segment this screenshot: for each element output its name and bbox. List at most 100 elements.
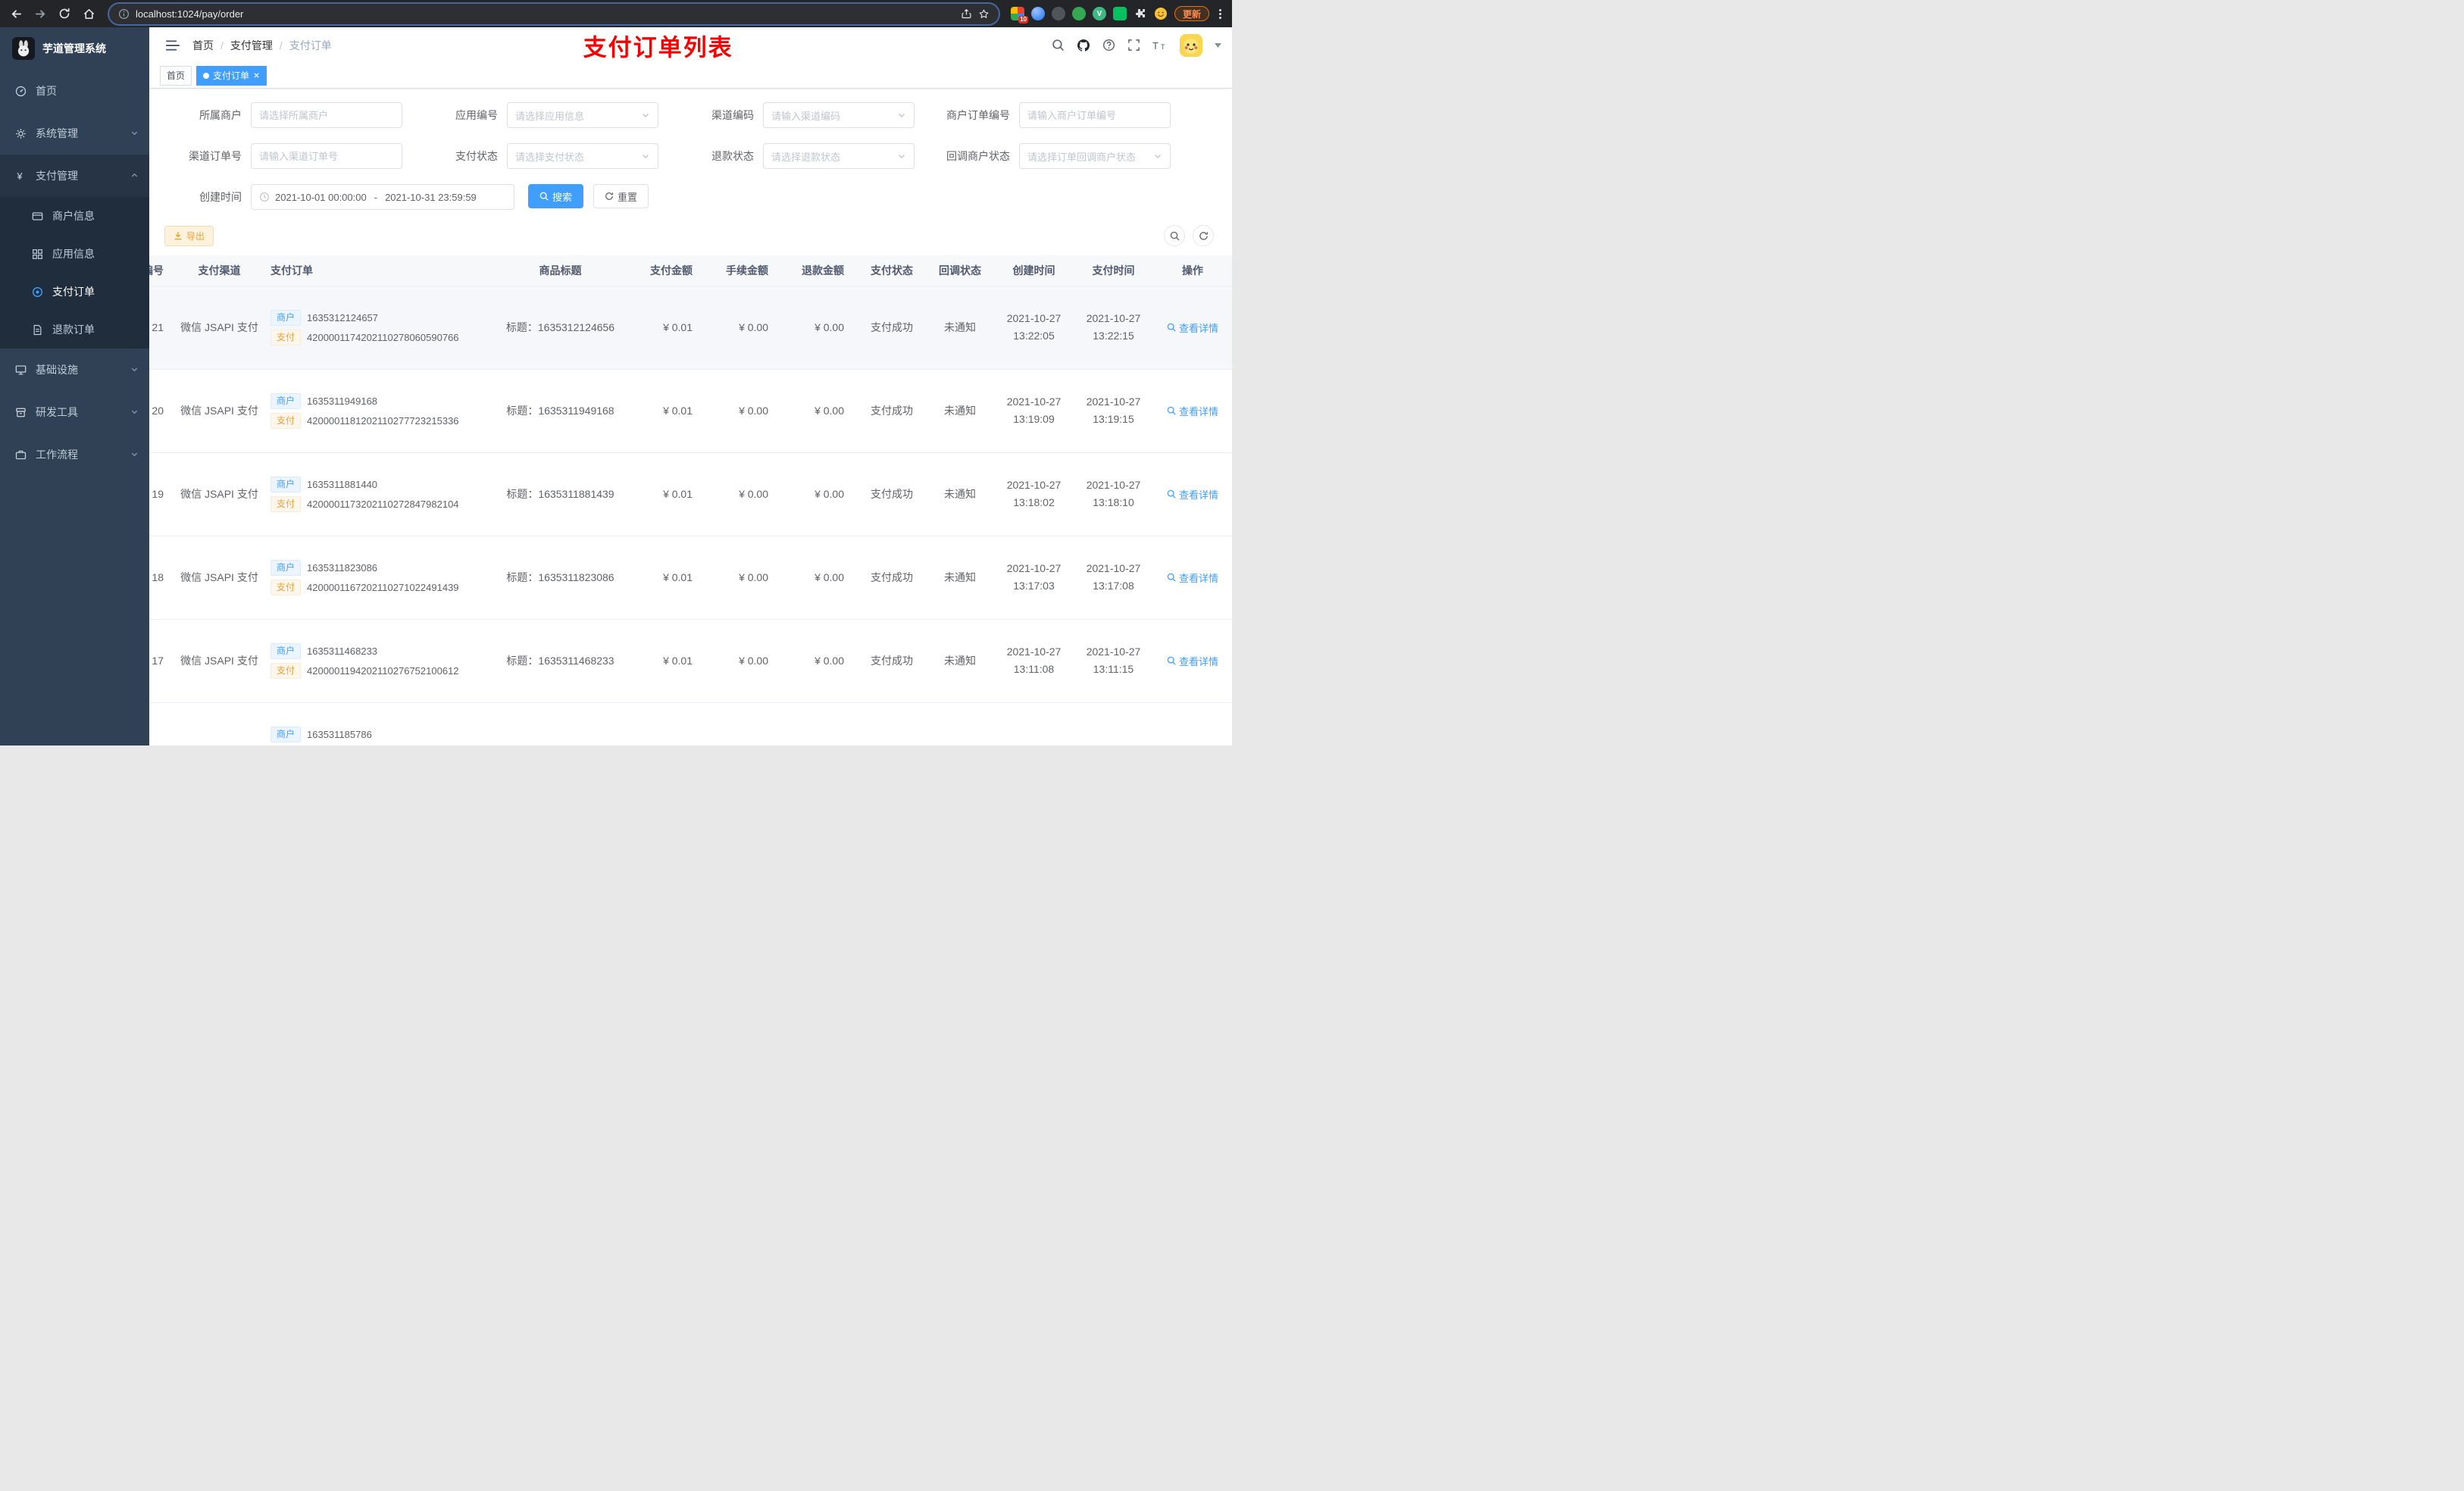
download-icon bbox=[174, 232, 182, 240]
share-icon[interactable] bbox=[961, 8, 972, 20]
svg-text:T: T bbox=[1152, 40, 1159, 52]
extension-icon-wechat[interactable] bbox=[1112, 7, 1127, 20]
toggle-search-button[interactable] bbox=[1164, 225, 1185, 246]
document-icon bbox=[33, 324, 42, 335]
browser-home-icon[interactable] bbox=[80, 5, 97, 22]
search-button[interactable]: 搜索 bbox=[528, 184, 584, 208]
tag-close-icon[interactable] bbox=[253, 72, 260, 79]
refund-status-label: 退款状态 bbox=[711, 150, 754, 162]
sidebar-item-workflow[interactable]: 工作流程 bbox=[0, 433, 149, 476]
gear-icon bbox=[16, 128, 26, 139]
filter-row-1: 所属商户 应用编号 请选择应用信息 渠道编码 请输入渠道编码 bbox=[164, 102, 1217, 128]
help-icon[interactable] bbox=[1102, 39, 1115, 52]
search-icon bbox=[1167, 323, 1176, 332]
sidebar-item-dev-tools[interactable]: 研发工具 bbox=[0, 391, 149, 433]
extension-icon-colorful[interactable]: 10 bbox=[1010, 7, 1028, 23]
sidebar-menu: 首页 系统管理 ¥ 支付管理 商户信息 应用信息 支付订单 退款订单 基础设施 … bbox=[0, 70, 149, 476]
browser-profile-avatar-icon[interactable] bbox=[1154, 7, 1168, 20]
monitor-icon bbox=[15, 364, 27, 375]
active-tag-dot bbox=[203, 72, 210, 79]
breadcrumb-home[interactable]: 首页 bbox=[192, 38, 214, 53]
hamburger-icon[interactable] bbox=[160, 35, 186, 56]
browser-back-icon[interactable] bbox=[8, 5, 24, 22]
font-size-icon[interactable]: TT bbox=[1152, 39, 1168, 52]
extension-icon-dark[interactable] bbox=[1051, 7, 1065, 20]
briefcase-icon bbox=[15, 450, 27, 459]
pay-status-select[interactable]: 请选择支付状态 bbox=[507, 143, 658, 169]
sidebar-item-infrastructure[interactable]: 基础设施 bbox=[0, 349, 149, 391]
user-avatar[interactable] bbox=[1180, 33, 1202, 57]
browser-menu-icon[interactable] bbox=[1216, 8, 1224, 19]
bookmark-star-icon[interactable] bbox=[978, 8, 990, 20]
export-button[interactable]: 导出 bbox=[164, 225, 214, 246]
channel-code-select[interactable]: 请输入渠道编码 bbox=[763, 102, 915, 128]
chevron-down-icon bbox=[130, 364, 139, 376]
search-icon bbox=[1167, 406, 1176, 415]
app-logo[interactable]: 芋道管理系统 bbox=[0, 27, 149, 70]
merchant-order-no-input[interactable] bbox=[1019, 102, 1171, 128]
view-detail-link[interactable]: 查看详情 bbox=[1167, 570, 1218, 585]
sidebar-item-refund-order[interactable]: 退款订单 bbox=[0, 311, 149, 349]
notify-status-select[interactable]: 请选择订单回调商户状态 bbox=[1019, 143, 1171, 169]
merchant-tag: 商户 bbox=[270, 559, 302, 576]
table-row: 19 微信 JSAPI 支付 商户 1635311881440 支付 4200001… bbox=[149, 452, 1232, 536]
header-search-icon[interactable] bbox=[1052, 39, 1065, 52]
channel-order-no-input[interactable] bbox=[251, 143, 402, 169]
url-text[interactable]: localhost:1024/pay/order bbox=[136, 8, 955, 20]
table-row: 20 微信 JSAPI 支付 商户 1635311949168 支付 4200001… bbox=[149, 369, 1232, 453]
breadcrumb-pay-order: 支付订单 bbox=[289, 39, 332, 52]
date-range-picker[interactable]: 2021-10-01 00:00:00 - 2021-10-31 23:59:5… bbox=[251, 184, 514, 210]
page-annotation: 支付订单列表 bbox=[583, 34, 733, 61]
extension-icon-blue[interactable] bbox=[1030, 7, 1045, 20]
breadcrumb: 首页 / 支付管理 / 支付订单 bbox=[192, 38, 332, 53]
view-detail-link[interactable]: 查看详情 bbox=[1167, 320, 1218, 335]
search-icon bbox=[1167, 656, 1176, 665]
app-no-select[interactable]: 请选择应用信息 bbox=[507, 102, 658, 128]
merchant-input[interactable] bbox=[251, 102, 402, 128]
refresh-table-button[interactable] bbox=[1193, 225, 1214, 246]
orders-table-container[interactable]: 编号 支付渠道 支付订单 商品标题 支付金额 手续金额 退款金额 支付状态 回调… bbox=[149, 255, 1232, 746]
search-icon bbox=[1167, 489, 1176, 499]
merchant-tag: 商户 bbox=[270, 642, 302, 659]
refresh-icon bbox=[605, 192, 614, 200]
sidebar-item-app-info[interactable]: 应用信息 bbox=[0, 235, 149, 273]
sidebar-item-merchant-info[interactable]: 商户信息 bbox=[0, 197, 149, 235]
address-bar[interactable]: localhost:1024/pay/order bbox=[109, 3, 999, 24]
clock-icon bbox=[259, 192, 270, 202]
browser-refresh-icon[interactable] bbox=[56, 5, 73, 22]
sidebar-item-system[interactable]: 系统管理 bbox=[0, 112, 149, 155]
user-menu-caret-icon[interactable] bbox=[1215, 42, 1221, 48]
reset-button[interactable]: 重置 bbox=[593, 184, 649, 208]
browser-forward-icon[interactable] bbox=[32, 5, 48, 22]
extension-icon-green[interactable] bbox=[1071, 7, 1086, 20]
fullscreen-icon[interactable] bbox=[1127, 39, 1140, 52]
view-detail-link[interactable]: 查看详情 bbox=[1167, 654, 1218, 668]
chevron-up-icon bbox=[130, 170, 139, 182]
sidebar-item-payment[interactable]: ¥ 支付管理 bbox=[0, 155, 149, 197]
site-info-icon[interactable] bbox=[118, 8, 130, 20]
github-icon[interactable] bbox=[1077, 39, 1090, 52]
chevron-down-icon bbox=[643, 114, 649, 117]
table-row: 18 微信 JSAPI 支付 商户 1635311823086 支付 4200001… bbox=[149, 536, 1232, 620]
tags-view-bar: 首页 支付订单 bbox=[149, 63, 1232, 89]
search-icon bbox=[539, 192, 549, 201]
search-icon bbox=[1167, 573, 1176, 582]
date-end-value: 2021-10-31 23:59:59 bbox=[385, 191, 477, 203]
extension-icon-vue-devtools[interactable]: V bbox=[1092, 7, 1106, 20]
refund-status-select[interactable]: 请选择退款状态 bbox=[763, 143, 915, 169]
refresh-icon bbox=[1199, 231, 1208, 240]
svg-text:¥: ¥ bbox=[16, 171, 23, 182]
breadcrumb-pay-manage[interactable]: 支付管理 bbox=[230, 38, 273, 53]
sidebar-item-home[interactable]: 首页 bbox=[0, 70, 149, 112]
tag-pay-order[interactable]: 支付订单 bbox=[196, 65, 267, 86]
pay-tag: 支付 bbox=[270, 412, 302, 429]
sidebar-item-pay-order[interactable]: 支付订单 bbox=[0, 273, 149, 311]
pay-tag: 支付 bbox=[270, 329, 302, 345]
tag-home[interactable]: 首页 bbox=[160, 65, 192, 86]
merchant-tag: 商户 bbox=[270, 476, 302, 492]
merchant-order-no-label: 商户订单编号 bbox=[946, 109, 1010, 121]
browser-update-button[interactable]: 更新 bbox=[1174, 6, 1209, 21]
view-detail-link[interactable]: 查看详情 bbox=[1167, 404, 1218, 418]
view-detail-link[interactable]: 查看详情 bbox=[1167, 487, 1218, 502]
extensions-puzzle-icon[interactable] bbox=[1134, 7, 1147, 20]
